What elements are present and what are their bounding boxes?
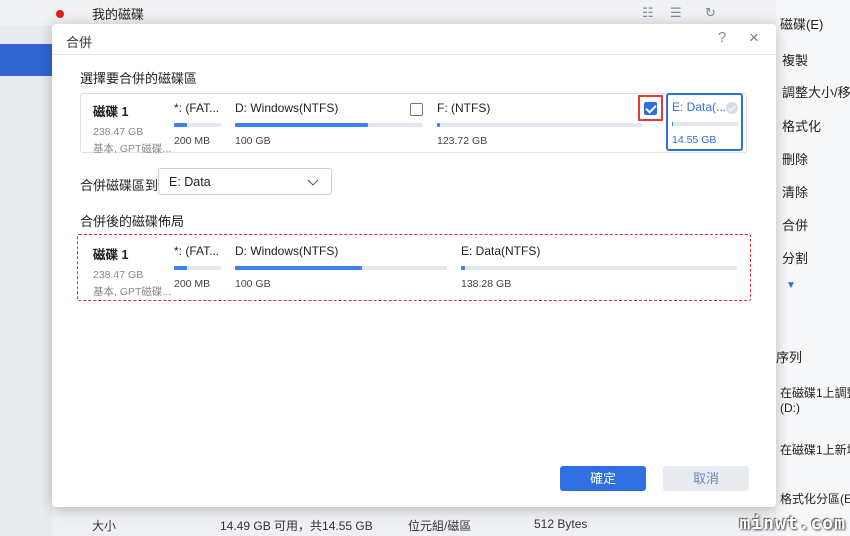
partition-size: 100 GB (235, 278, 271, 290)
queue-item-create[interactable]: 在磁碟1上新增 (780, 441, 850, 458)
right-panel-resize[interactable]: 調整大小/移 (782, 82, 850, 101)
disk-type: 基本, GPT磁碟... (93, 286, 172, 298)
partition-size: 200 MB (174, 278, 211, 290)
partition-name: *: (FAT... (174, 244, 220, 258)
check-circle-icon (726, 102, 738, 114)
partition-usage-bar (174, 123, 221, 127)
select-partitions-label: 選擇要合併的磁碟區 (80, 71, 198, 86)
partition-size: 100 GB (235, 135, 271, 147)
ok-button[interactable]: 確定 (560, 466, 646, 491)
close-icon[interactable]: × (749, 28, 759, 48)
partition-name: E: Data(NTFS) (461, 244, 541, 258)
more-arrow-icon[interactable]: ▼ (786, 280, 796, 291)
partition-usage-bar (672, 122, 738, 126)
notification-dot (56, 10, 64, 18)
dialog-title: 合併 (66, 35, 93, 50)
merge-dialog: 合併 ? × 選擇要合併的磁碟區 磁碟 1 238.47 GB 基本, GPT磁… (52, 24, 776, 507)
result-highlight-box: 磁碟 1 238.47 GB 基本, GPT磁碟... *: (FAT... 2… (77, 234, 751, 301)
disk-size: 238.47 GB (93, 269, 144, 281)
size-label: 大小 (92, 519, 117, 533)
partition-usage-bar (235, 123, 423, 127)
queue-label: 序列 (776, 350, 803, 365)
status-bar: 大小 14.49 GB 可用，共14.55 GB 位元組/磁區 512 Byte… (52, 506, 776, 536)
left-nav (0, 26, 52, 536)
right-panel: 磁碟(E) 複製 調整大小/移 格式化 刪除 清除 合併 分割 ▼ 序列 在磁碟… (776, 0, 850, 536)
menu-icon[interactable]: ☰ (670, 5, 682, 21)
partition-name: *: (FAT... (174, 101, 220, 115)
cluster-label: 位元組/磁區 (408, 519, 472, 533)
result-disk-map: 磁碟 1 238.47 GB 基本, GPT磁碟... *: (FAT... 2… (81, 237, 746, 299)
partition-name: D: Windows(NTFS) (235, 101, 339, 115)
merge-target-select[interactable]: E: Data (158, 168, 332, 195)
source-disk-map: 磁碟 1 238.47 GB 基本, GPT磁碟... *: (FAT... 2… (80, 93, 747, 156)
partition-usage-bar (437, 123, 642, 127)
partition-usage-bar (461, 266, 737, 270)
disk-name: 磁碟 1 (93, 248, 129, 262)
left-nav-selected-item[interactable] (0, 44, 52, 76)
disk-name: 磁碟 1 (93, 105, 129, 119)
right-panel-disk-e[interactable]: 磁碟(E) (780, 14, 823, 33)
right-panel-wipe[interactable]: 清除 (782, 182, 808, 201)
disk-size: 238.47 GB (93, 126, 144, 138)
refresh-icon[interactable]: ↻ (705, 5, 716, 21)
size-value: 14.49 GB 可用，共14.55 GB (220, 519, 373, 533)
help-icon[interactable]: ? (718, 29, 726, 46)
result-partition-e: E: Data(NTFS) 138.28 GB (461, 244, 737, 290)
partition-size: 138.28 GB (461, 278, 512, 290)
partition-windows-checkbox[interactable] (410, 103, 423, 116)
source-disk-info: 磁碟 1 238.47 GB 基本, GPT磁碟... (93, 101, 171, 156)
partition-name: D: Windows(NTFS) (235, 244, 339, 258)
partition-size: 14.55 GB (672, 134, 717, 146)
result-partition-windows: D: Windows(NTFS) 100 GB (235, 244, 447, 290)
queue-item-format[interactable]: 格式化分區(E (780, 490, 850, 507)
result-partition-fat: *: (FAT... 200 MB (174, 244, 221, 290)
right-panel-delete[interactable]: 刪除 (782, 149, 808, 168)
partition-name: F: (NTFS) (437, 101, 491, 115)
partition-size: 123.72 GB (437, 135, 488, 147)
partition-windows[interactable]: D: Windows(NTFS) 100 GB (235, 101, 423, 147)
app-title: 我的磁碟 (92, 7, 145, 22)
chevron-down-icon (307, 174, 319, 186)
dialog-divider (52, 54, 776, 55)
right-panel-format[interactable]: 格式化 (782, 116, 821, 135)
cluster-value: 512 Bytes (534, 517, 588, 531)
highlight-box (638, 95, 663, 121)
partition-f[interactable]: F: (NTFS) 123.72 GB (437, 101, 642, 147)
merge-to-label: 合併磁碟區到: (80, 178, 162, 193)
partition-usage-bar (235, 266, 447, 270)
list-view-icon[interactable]: ☷ (642, 5, 654, 21)
result-disk-info: 磁碟 1 238.47 GB 基本, GPT磁碟... (93, 244, 171, 299)
partition-size: 200 MB (174, 135, 211, 147)
result-layout-label: 合併後的磁碟佈局 (80, 214, 185, 229)
partition-usage-bar (174, 266, 221, 270)
right-panel-copy[interactable]: 複製 (782, 50, 808, 69)
merge-target-value: E: Data (169, 175, 211, 189)
queue-item-resize[interactable]: 在磁碟1上調整 (780, 384, 850, 401)
cancel-button[interactable]: 取消 (663, 466, 749, 491)
right-panel-split[interactable]: 分割 (782, 248, 808, 267)
watermark: minwt.com (739, 513, 846, 534)
partition-e-selected[interactable]: E: Data(... 14.55 GB (666, 93, 743, 151)
right-panel-merge[interactable]: 合併 (782, 215, 808, 234)
queue-item-drive-d: (D:) (780, 401, 800, 415)
partition-fat[interactable]: *: (FAT... 200 MB (174, 101, 221, 147)
disk-type: 基本, GPT磁碟... (93, 143, 172, 155)
